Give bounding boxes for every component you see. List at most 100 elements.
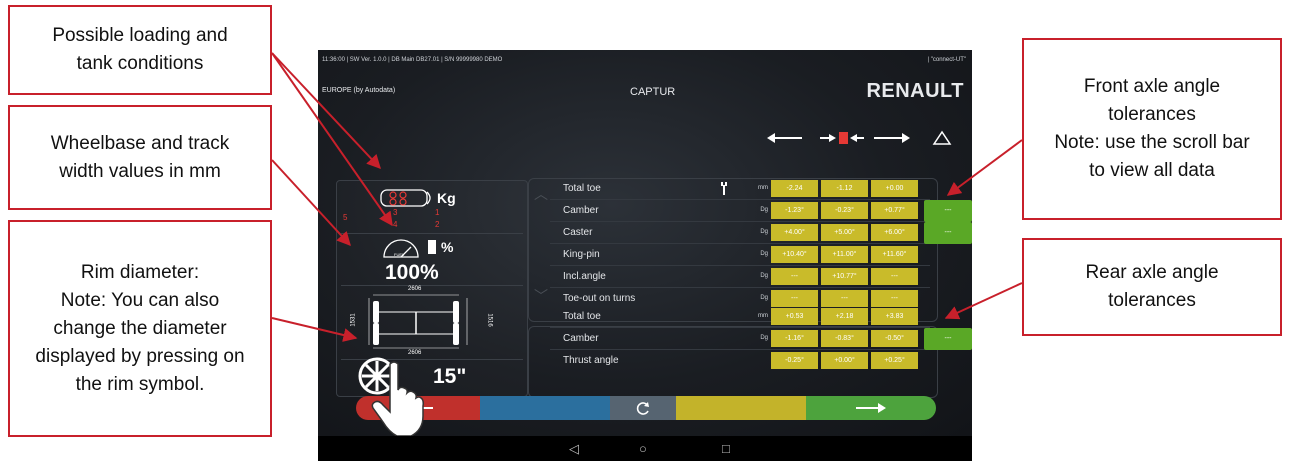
min-tolerance: --- bbox=[771, 290, 818, 307]
yellow-button[interactable] bbox=[676, 396, 806, 420]
bottom-action-bar bbox=[356, 396, 936, 420]
callout-rear-axle: Rear axle angle tolerances bbox=[1022, 238, 1282, 336]
max-tolerance: +3.83 bbox=[871, 308, 918, 325]
scroll-up-chevron-icon[interactable]: ︿ bbox=[534, 184, 548, 204]
max-tolerance: +0.00 bbox=[871, 180, 918, 197]
seat-value-4: 2 bbox=[435, 220, 440, 229]
row-label: Camber bbox=[563, 205, 599, 216]
fuel-gauge-icon[interactable]: FUEL bbox=[381, 237, 421, 259]
weight-unit: Kg bbox=[437, 190, 456, 206]
row-label: Total toe bbox=[563, 183, 601, 194]
scroll-down-chevron-icon[interactable]: ﹀ bbox=[534, 286, 548, 306]
wheelbase-top: 2606 bbox=[408, 286, 422, 292]
min-tolerance: -1.16° bbox=[771, 330, 818, 347]
table-row: King-pin Dg +10.40° +11.00° +11.60° bbox=[550, 244, 930, 266]
next-button[interactable] bbox=[806, 396, 936, 420]
row-label: King-pin bbox=[563, 249, 600, 260]
app-screen: 11:36:00 | SW Ver. 1.0.0 | DB Main DB27.… bbox=[318, 50, 972, 436]
max-tolerance: +6.00° bbox=[871, 224, 918, 241]
android-nav-bar: ◁ ○ □ bbox=[318, 436, 972, 461]
min-tolerance: +4.00° bbox=[771, 224, 818, 241]
status-bar: 11:36:00 | SW Ver. 1.0.0 | DB Main DB27.… bbox=[318, 50, 972, 70]
nominal-value: +0.00° bbox=[821, 352, 868, 369]
row-label: Thrust angle bbox=[563, 355, 619, 366]
seat-side-number: 5 bbox=[343, 213, 348, 222]
seat-value-2: 1 bbox=[435, 208, 440, 217]
table-row: Total toe mm -2.24 -1.12 +0.00 bbox=[550, 178, 930, 200]
min-tolerance: -2.24 bbox=[771, 180, 818, 197]
nominal-value: -1.12 bbox=[821, 180, 868, 197]
table-row: Incl.angle Dg --- +10.77° --- bbox=[550, 266, 930, 288]
nav-recent-icon[interactable]: □ bbox=[722, 440, 730, 457]
min-tolerance: --- bbox=[771, 268, 818, 285]
row-label: Total toe bbox=[563, 311, 601, 322]
row-unit: Dg bbox=[760, 229, 768, 235]
front-caster-action-button[interactable]: --- bbox=[924, 222, 972, 244]
min-tolerance: +10.40° bbox=[771, 246, 818, 263]
row-unit: Dg bbox=[760, 335, 768, 341]
max-tolerance: +11.60° bbox=[871, 246, 918, 263]
fuel-pump-icon bbox=[428, 240, 436, 254]
table-row: Total toe mm +0.53 +2.18 +3.83 bbox=[550, 306, 930, 328]
wrench-icon bbox=[721, 182, 727, 195]
table-row: Camber Dg -1.16° -0.83° -0.50° bbox=[550, 328, 930, 350]
track-width-left: 1531 bbox=[350, 313, 357, 327]
row-label: Camber bbox=[563, 333, 599, 344]
refresh-icon bbox=[636, 402, 649, 415]
max-tolerance: +0.25° bbox=[871, 352, 918, 369]
refresh-button[interactable] bbox=[610, 396, 676, 420]
min-tolerance: -0.25° bbox=[771, 352, 818, 369]
panel-divider bbox=[341, 233, 523, 234]
rear-camber-action-button[interactable]: --- bbox=[924, 328, 972, 350]
nominal-value: -0.23° bbox=[821, 202, 868, 219]
brand-label: RENAULT bbox=[866, 80, 964, 102]
next-arrow-icon bbox=[856, 403, 886, 413]
blank-button[interactable] bbox=[480, 396, 610, 420]
panel-divider bbox=[341, 285, 523, 286]
row-unit: mm bbox=[758, 313, 768, 319]
seat-layout-icon[interactable] bbox=[379, 187, 435, 209]
row-label: Incl.angle bbox=[563, 271, 606, 282]
status-bar-info: 11:36:00 | SW Ver. 1.0.0 | DB Main DB27.… bbox=[322, 57, 503, 63]
row-unit: mm bbox=[758, 185, 768, 191]
vehicle-summary-panel: Kg 5 3 1 4 2 FUEL % 100% 2606 2606 1531 … bbox=[336, 180, 528, 397]
tank-percent-symbol: % bbox=[441, 239, 454, 255]
row-unit: Dg bbox=[760, 273, 768, 279]
max-tolerance: --- bbox=[871, 290, 918, 307]
callout-front-axle: Front axle angle tolerances Note: use th… bbox=[1022, 38, 1282, 220]
max-tolerance: -0.50° bbox=[871, 330, 918, 347]
wheelbase-bottom: 2606 bbox=[408, 350, 422, 356]
row-label: Caster bbox=[563, 227, 593, 238]
seat-value-1: 3 bbox=[393, 208, 398, 217]
triangle-up-icon[interactable] bbox=[932, 130, 952, 145]
max-tolerance: +0.77° bbox=[871, 202, 918, 219]
rim-diameter-value: 15" bbox=[433, 365, 467, 388]
callout-rim-diameter: Rim diameter: Note: You can also change … bbox=[8, 220, 272, 437]
table-row: Camber Dg -1.23° -0.23° +0.77° bbox=[550, 200, 930, 222]
nav-home-icon[interactable]: ○ bbox=[639, 440, 647, 457]
region-label: EUROPE (by Autodata) bbox=[322, 87, 396, 94]
axle-diagram-icon bbox=[368, 294, 468, 349]
min-tolerance: -1.23° bbox=[771, 202, 818, 219]
table-row: Caster Dg +4.00° +5.00° +6.00° bbox=[550, 222, 930, 244]
fuel-percent-value: 100% bbox=[385, 261, 439, 284]
nominal-value: -0.83° bbox=[821, 330, 868, 347]
status-bar-connection: | "connect-UT" bbox=[927, 57, 967, 63]
table-row: Thrust angle -0.25° +0.00° +0.25° bbox=[550, 350, 930, 371]
nominal-value: +10.77° bbox=[821, 268, 868, 285]
nominal-value: --- bbox=[821, 290, 868, 307]
nominal-value: +5.00° bbox=[821, 224, 868, 241]
callout-loading-conditions: Possible loading and tank conditions bbox=[8, 5, 272, 95]
model-label: CAPTUR bbox=[630, 86, 676, 98]
tablet-device: 11:36:00 | SW Ver. 1.0.0 | DB Main DB27.… bbox=[318, 50, 972, 461]
row-unit: Dg bbox=[760, 251, 768, 257]
front-camber-action-button[interactable]: --- bbox=[924, 200, 972, 222]
row-unit: Dg bbox=[760, 207, 768, 213]
nominal-value: +2.18 bbox=[821, 308, 868, 325]
nav-back-icon[interactable]: ◁ bbox=[569, 440, 579, 457]
callout-wheelbase-track: Wheelbase and track width values in mm bbox=[8, 105, 272, 210]
fuel-label: FUEL bbox=[394, 252, 405, 257]
track-width-right: 1516 bbox=[486, 313, 493, 327]
direction-arrows-icon bbox=[767, 130, 952, 145]
hand-pointer-icon bbox=[371, 361, 424, 436]
